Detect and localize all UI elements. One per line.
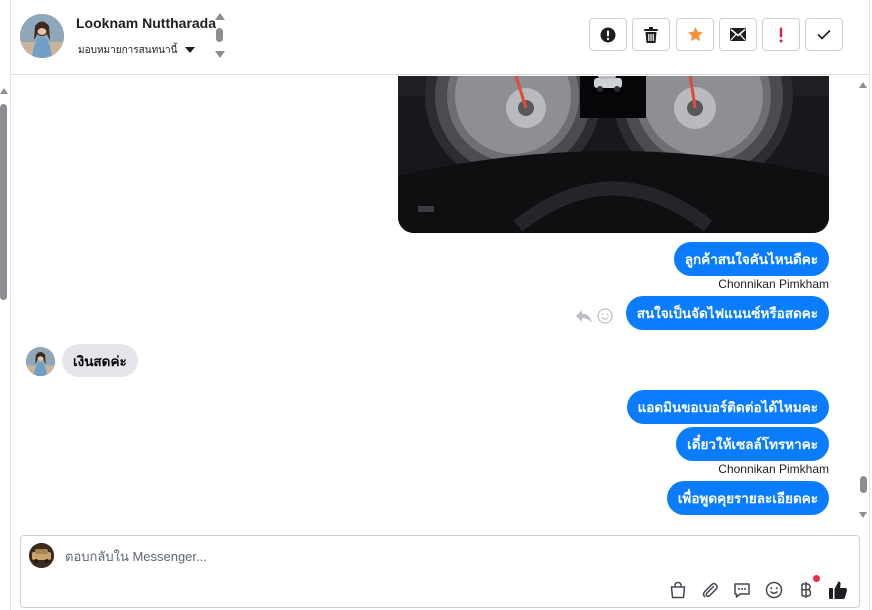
alert-button[interactable] <box>589 18 627 51</box>
done-button[interactable] <box>805 18 843 51</box>
notification-dot <box>813 575 820 582</box>
paperclip-icon[interactable] <box>699 579 721 601</box>
chevron-down-icon[interactable] <box>185 47 195 53</box>
star-icon <box>687 27 703 42</box>
mark-unread-button[interactable] <box>719 18 757 51</box>
header-scrollbar-thumb[interactable] <box>216 28 223 42</box>
assign-conversation-label[interactable]: มอบหมายการสนทนานี้ <box>78 43 177 58</box>
message-bubble-outgoing[interactable]: ลูกค้าสนใจคันไหนดีคะ <box>673 242 829 276</box>
checkmark-icon <box>817 29 831 40</box>
scroll-up-arrow-icon[interactable] <box>0 88 8 94</box>
chat-scrollbar-thumb[interactable] <box>860 476 867 493</box>
scroll-down-arrow-icon[interactable] <box>215 51 225 58</box>
page-avatar <box>29 543 54 568</box>
envelope-icon <box>730 28 746 41</box>
saved-replies-icon[interactable] <box>731 579 753 601</box>
message-bubble-outgoing[interactable]: เพื่อพูดคุยรายละเอียดคะ <box>666 481 829 515</box>
shopping-bag-icon[interactable] <box>667 579 689 601</box>
message-bubble-incoming[interactable]: เงินสดค่ะ <box>62 344 138 377</box>
message-actions <box>575 308 613 324</box>
reply-icon[interactable] <box>575 308 593 324</box>
exclamation-icon <box>779 27 783 42</box>
conversation-header: Looknam Nuttharada มอบหมายการสนทนานี้ <box>11 0 869 75</box>
message-composer[interactable] <box>20 535 860 608</box>
sender-name: Chonnikan Pimkham <box>718 462 829 476</box>
sender-name: Chonnikan Pimkham <box>718 277 829 291</box>
emoji-reaction-icon[interactable] <box>597 308 613 324</box>
spam-button[interactable] <box>762 18 800 51</box>
delete-button[interactable] <box>632 18 670 51</box>
star-button[interactable] <box>676 18 714 51</box>
message-bubble-outgoing[interactable]: สนใจเป็นจัดไฟแนนซ์หรือสดคะ <box>625 296 829 330</box>
scroll-up-arrow-icon[interactable] <box>859 82 867 88</box>
page-scrollbar[interactable] <box>0 88 8 303</box>
scrollbar-thumb[interactable] <box>0 104 7 300</box>
reply-input[interactable] <box>65 546 665 566</box>
contact-avatar[interactable] <box>20 14 64 58</box>
scroll-up-arrow-icon[interactable] <box>215 13 225 20</box>
scroll-down-arrow-icon[interactable] <box>859 512 867 518</box>
contact-avatar[interactable] <box>26 347 55 376</box>
baht-icon[interactable] <box>795 579 817 601</box>
contact-name[interactable]: Looknam Nuttharada <box>76 15 216 31</box>
shared-photo-dashboard[interactable]: 178570 <box>398 76 829 233</box>
message-bubble-outgoing[interactable]: เดี๋ยวให้เซลล์โทรหาคะ <box>676 427 829 461</box>
message-thread[interactable]: 178570 ลูกค้าสนใจคันไหนดีคะ Chonnikan Pi… <box>11 76 857 528</box>
divider <box>869 0 870 610</box>
trash-icon <box>644 26 658 43</box>
thumbs-up-icon[interactable] <box>827 579 849 601</box>
emoji-icon[interactable] <box>763 579 785 601</box>
message-bubble-outgoing[interactable]: แอดมินขอเบอร์ติดต่อได้ไหมคะ <box>626 390 829 424</box>
exclamation-circle-icon <box>600 27 616 42</box>
inbox-conversation-window: Looknam Nuttharada มอบหมายการสนทนานี้ ลู… <box>0 0 872 610</box>
